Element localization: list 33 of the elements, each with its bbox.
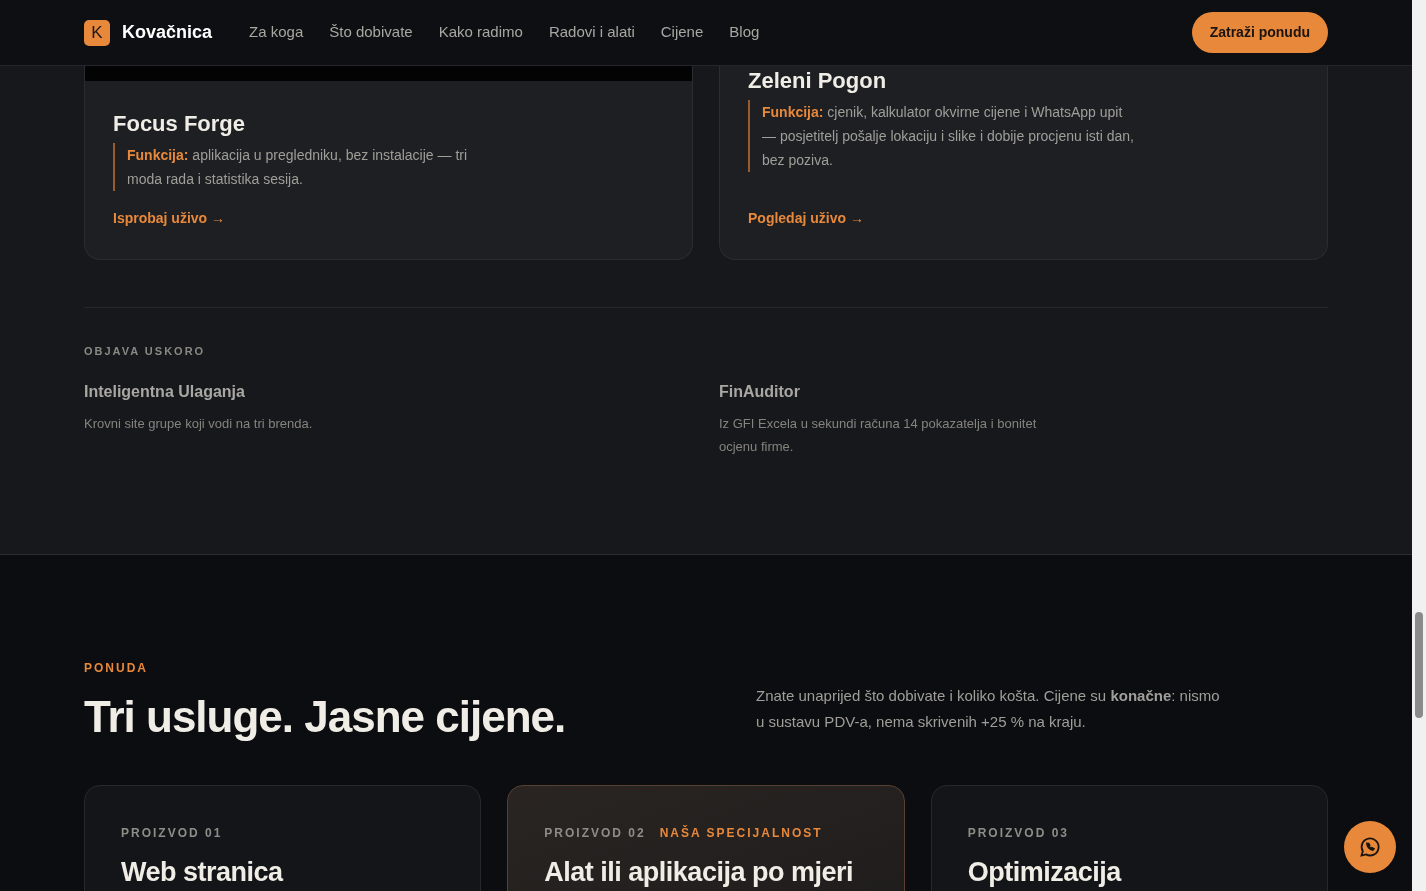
product-number: PROIZVOD 03 (967, 824, 1069, 842)
section-label: PONUDA (84, 659, 149, 677)
section-label: OBJAVA USKORO (84, 344, 207, 359)
whatsapp-icon (1358, 835, 1382, 859)
live-demo-link[interactable]: Pogledaj uživo → (748, 208, 1299, 229)
nav-link[interactable]: Što dobivate (329, 21, 413, 44)
product-number: PROIZVOD 02 (544, 824, 646, 842)
logo-icon[interactable]: K (84, 19, 110, 46)
nav-link[interactable]: Blog (729, 21, 760, 44)
upcoming-description: Krovni site grupe koji vodi na tri brenda. (84, 414, 314, 433)
product-title: Optimizacija (967, 855, 1123, 889)
specialty-label: NAŠA SPECIJALNOST (659, 824, 823, 842)
brand-name[interactable]: Kovačnica (122, 19, 213, 46)
nav-link[interactable]: Kako radimo (438, 21, 523, 44)
product-title: Alat ili aplikacija po mjeri (544, 855, 854, 889)
upcoming-title: FinAuditor (719, 381, 801, 402)
nav-link[interactable]: Za koga (249, 21, 304, 44)
nav-link[interactable]: Radovi i alati (548, 21, 635, 44)
upcoming-title: Inteligentna Ulaganja (84, 381, 246, 402)
upcoming-description: Iz GFI Excela u sekundi računa 14 pokazatelja i bonitet ocjenu firme. (719, 414, 1038, 456)
request-quote-button[interactable]: Zatraži ponudu (1191, 12, 1328, 53)
section-heading: Tri usluge. Jasne cijene. (84, 690, 566, 743)
live-demo-link[interactable]: Isprobaj uživo → (113, 208, 664, 229)
pricing-intro: Znate unaprijed što dobivate i koliko košta. Cijene su konačne: nismo u sustavu PDV-a, nema skrivenih +25 % na kraju. (756, 685, 1221, 732)
whatsapp-button[interactable] (1344, 821, 1396, 873)
product-number: PROIZVOD 01 (121, 824, 223, 842)
project-description: Funkcija: aplikacija u pregledniku, bez instalacije — tri moda rada i statistika sesija. (113, 143, 503, 191)
scrollbar[interactable] (1412, 0, 1426, 891)
project-title: Focus Forge (113, 110, 246, 138)
project-title: Zeleni Pogon (748, 67, 888, 95)
project-description: Funkcija: cjenik, kalkulator okvirne cijene i WhatsApp upit — posjetitelj pošalje lokaciju i slike i dobije procjenu isti dan, bez poziva. (748, 100, 1138, 172)
product-title: Web stranica (121, 855, 285, 889)
nav-link[interactable]: Cijene (660, 21, 704, 44)
